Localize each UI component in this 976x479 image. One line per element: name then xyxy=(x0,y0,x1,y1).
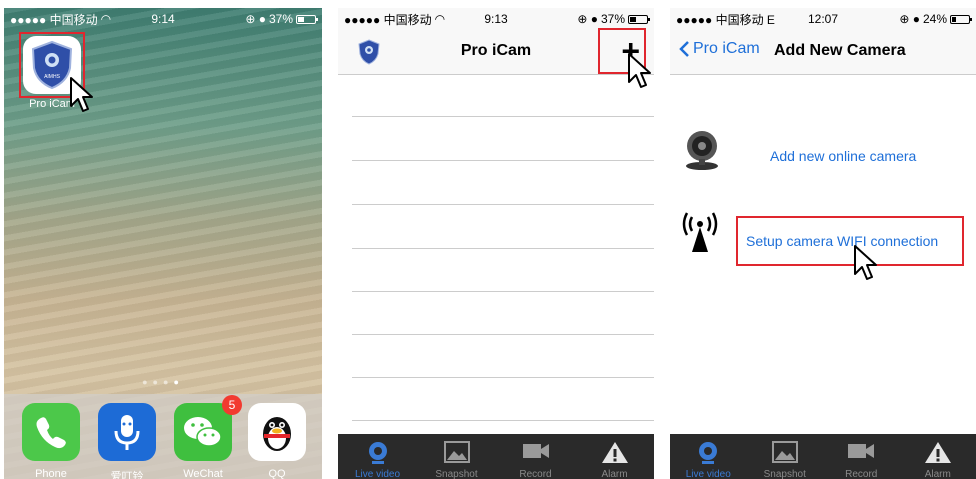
alarm-icon: ⊕ ● xyxy=(577,12,598,26)
page-dots: ●●●● xyxy=(142,377,184,387)
status-bar: ●●●●● 中国移动 E 12:07 ⊕ ● 24% xyxy=(670,8,976,30)
webcam-icon xyxy=(699,442,718,464)
list-separator xyxy=(352,116,654,117)
tab-bar: Live video Snapshot Record Alarm xyxy=(670,434,976,479)
tab-label: Record xyxy=(845,469,878,479)
chevron-left-icon xyxy=(679,41,689,57)
list-separator xyxy=(352,160,654,161)
setup-wifi-link[interactable]: Setup camera WIFI connection xyxy=(746,233,938,249)
tab-label: Alarm xyxy=(924,469,951,479)
add-camera-screen: ●●●●● 中国移动 E 12:07 ⊕ ● 24% Pro iCam Add N… xyxy=(670,8,976,479)
battery-label: 24% xyxy=(922,12,947,26)
video-camera-icon xyxy=(848,444,875,458)
nav-bar: Pro iCam Add New Camera xyxy=(670,30,976,75)
tab-record[interactable]: Record xyxy=(823,434,900,479)
tab-snapshot[interactable]: Snapshot xyxy=(747,434,824,479)
tab-label: Snapshot xyxy=(763,469,806,479)
tab-label: Alarm xyxy=(601,469,628,479)
list-separator xyxy=(352,291,654,292)
battery-label: 37% xyxy=(600,12,625,26)
list-separator xyxy=(352,334,654,335)
alarm-icon: ⊕ ● xyxy=(899,12,920,26)
list-separator xyxy=(352,204,654,205)
dock-label: Phone xyxy=(35,468,67,479)
add-online-camera-link[interactable]: Add new online camera xyxy=(770,148,916,164)
wifi-icon: ◠ xyxy=(100,12,112,26)
back-label: Pro iCam xyxy=(693,40,760,57)
tab-snapshot[interactable]: Snapshot xyxy=(417,434,496,479)
carrier-label: ●●●●● 中国移动 xyxy=(344,12,432,27)
cursor-icon xyxy=(70,77,93,112)
warning-icon xyxy=(924,442,951,463)
qq-app-icon[interactable] xyxy=(248,403,306,461)
tab-live-video[interactable]: Live video xyxy=(670,434,747,479)
wifi-icon: ◠ xyxy=(434,12,446,26)
cursor-icon xyxy=(854,245,877,280)
battery-icon xyxy=(296,14,318,24)
home-screen: ●●●●● 中国移动 ◠ 9:14 ⊕ ● 37% AIMHS Pro iCam ●… xyxy=(4,8,322,479)
dock-label: 爱叮铃 xyxy=(110,471,144,479)
tab-label: Snapshot xyxy=(435,469,478,479)
phone-app-icon[interactable] xyxy=(22,403,80,461)
notification-badge: 5 xyxy=(222,395,242,415)
status-bar: ●●●●● 中国移动 ◠ 9:13 ⊕ ● 37% xyxy=(338,8,654,30)
dock-label: WeChat xyxy=(183,468,223,479)
wifi-antenna-icon xyxy=(682,212,718,252)
battery-icon xyxy=(628,14,650,24)
picture-icon xyxy=(443,441,470,463)
list-separator xyxy=(352,248,654,249)
list-separator xyxy=(352,420,654,421)
tab-record[interactable]: Record xyxy=(496,434,575,479)
warning-icon xyxy=(601,442,628,463)
status-bar: ●●●●● 中国移动 ◠ 9:14 ⊕ ● 37% xyxy=(4,8,322,30)
dock-label: QQ xyxy=(268,468,286,479)
wechat-icon xyxy=(184,417,222,447)
tab-live-video[interactable]: Live video xyxy=(338,434,417,479)
cursor-icon xyxy=(628,53,651,88)
camera-list-screen: ●●●●● 中国移动 ◠ 9:13 ⊕ ● 37% Pro iCam + Live … xyxy=(338,8,654,479)
webcam-icon xyxy=(686,131,718,170)
back-button[interactable]: Pro iCam xyxy=(678,40,760,58)
phone-icon xyxy=(36,417,66,449)
page-title: Add New Camera xyxy=(774,42,906,59)
video-camera-icon xyxy=(522,444,549,458)
tab-alarm[interactable]: Alarm xyxy=(575,434,654,479)
list-separator xyxy=(352,377,654,378)
webcam-icon xyxy=(368,442,387,464)
aidingling-app-icon[interactable] xyxy=(98,403,156,461)
tab-alarm[interactable]: Alarm xyxy=(900,434,976,479)
tab-label: Live video xyxy=(354,469,401,479)
tab-label: Record xyxy=(519,469,552,479)
tab-label: Live video xyxy=(685,469,731,479)
battery-icon xyxy=(950,14,972,24)
microphone-icon xyxy=(114,415,140,450)
tab-bar: Live video Snapshot Record Alarm xyxy=(338,434,654,479)
carrier-label: ●●●●● 中国移动 E xyxy=(676,12,775,27)
picture-icon xyxy=(771,441,798,463)
battery-label: 37% xyxy=(268,12,293,26)
wechat-app-icon[interactable] xyxy=(174,403,232,461)
alarm-icon: ⊕ ● xyxy=(245,12,266,26)
carrier-label: ●●●●● 中国移动 xyxy=(10,12,98,27)
penguin-icon xyxy=(263,417,291,451)
